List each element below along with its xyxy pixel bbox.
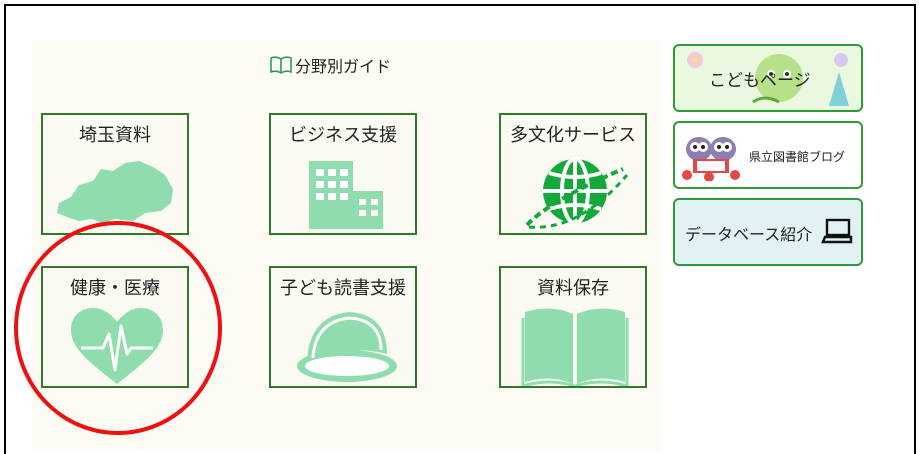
tile-preservation[interactable]: 資料保存 xyxy=(499,266,647,388)
kids-page-banner[interactable]: こどもページ xyxy=(673,44,863,112)
guide-title-text: 分野別ガイド xyxy=(295,57,392,76)
tile-multicultural-services[interactable]: 多文化サービス xyxy=(499,113,647,235)
tile-saitama-materials[interactable]: 埼玉資料 xyxy=(41,113,189,235)
building-icon xyxy=(309,161,383,229)
tile-label: 子ども読書支援 xyxy=(280,278,406,299)
database-intro-label: データベース紹介 xyxy=(685,225,813,244)
penguin-mascot-icon xyxy=(682,137,740,181)
library-blog-banner[interactable]: 県立図書館ブログ xyxy=(673,121,863,189)
highlight-annotation-circle xyxy=(14,221,222,435)
tile-label: 多文化サービス xyxy=(510,125,636,146)
guide-heading: 分野別ガイド xyxy=(270,53,391,77)
tile-childrens-reading-support[interactable]: 子ども読書支援 xyxy=(269,266,417,388)
tile-label: ビジネス支援 xyxy=(289,125,397,146)
globe-icon xyxy=(525,157,629,229)
tile-business-support[interactable]: ビジネス支援 xyxy=(269,113,417,235)
open-book-icon xyxy=(270,56,292,74)
open-book-large-icon xyxy=(521,308,629,386)
kids-page-label: こどもページ xyxy=(709,71,811,91)
library-blog-label: 県立図書館ブログ xyxy=(749,150,846,164)
tile-label: 資料保存 xyxy=(537,278,609,299)
tile-label: 埼玉資料 xyxy=(79,125,151,146)
laptop-icon xyxy=(821,218,853,244)
hat-icon xyxy=(297,312,397,382)
database-intro-banner[interactable]: データベース紹介 xyxy=(673,198,863,266)
